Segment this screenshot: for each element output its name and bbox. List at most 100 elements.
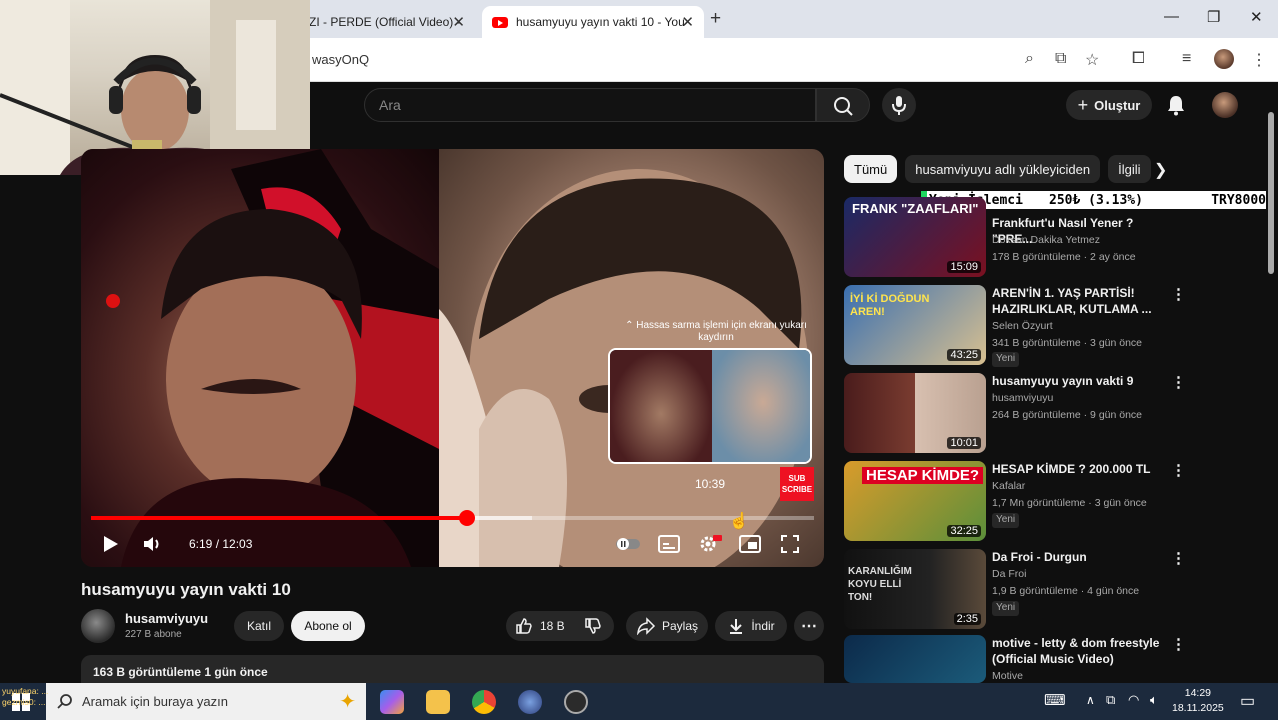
rec-channel[interactable]: Doksan Dakika Yetmez [992, 234, 1100, 246]
rec-channel[interactable]: Selen Özyurt [992, 320, 1053, 332]
fullscreen-icon[interactable] [779, 533, 801, 555]
plus-icon: + [1077, 94, 1089, 115]
page-scrollbar-thumb[interactable] [1268, 112, 1274, 274]
tab-current-video[interactable]: husamyuyu yayın vakti 10 - You ✕ [482, 6, 704, 38]
scrubber-handle[interactable] [458, 510, 475, 526]
progress-buffer [466, 516, 533, 520]
chrome-icon[interactable] [472, 690, 496, 714]
new-tab-icon[interactable]: + [710, 8, 721, 30]
rec-stats: 341 B görüntüleme · 3 gün önce [992, 337, 1143, 349]
rec-item-3[interactable]: 10:01 husamyuyu yayın vakti 9 husamviyuy… [844, 373, 1204, 455]
more-options-icon[interactable]: ⋮ [1171, 461, 1186, 479]
keyboard-icon[interactable]: ⌨ [1044, 691, 1066, 709]
profile-avatar[interactable] [1214, 49, 1234, 69]
like-icon[interactable] [514, 616, 534, 636]
rec-thumbnail[interactable]: HESAP KİMDE? 32:25 [844, 461, 986, 541]
rec-channel[interactable]: Motive [992, 670, 1023, 682]
rec-title[interactable]: AREN'İN 1. YAŞ PARTİSİ! HAZIRLIKLAR, KUT… [992, 285, 1164, 317]
search-input[interactable]: Ara [364, 88, 816, 122]
obs-icon[interactable] [564, 690, 588, 714]
share-label: Paylaş [661, 619, 699, 633]
download-icon [730, 619, 743, 634]
rec-title[interactable]: husamyuyu yayın vakti 9 [992, 373, 1164, 389]
extensions-icon[interactable]: ⧠ [1132, 50, 1145, 68]
tray-expand-icon[interactable]: ∧ [1086, 693, 1095, 707]
chip-related[interactable]: İlgili [1108, 155, 1151, 183]
miniplayer-icon[interactable] [738, 533, 762, 555]
rec-title[interactable]: HESAP KİMDE ? 200.000 TL [992, 461, 1164, 477]
like-count[interactable]: 18 B [540, 619, 565, 633]
rec-item-2[interactable]: İYİ Kİ DOĞDUN AREN! 43:25 AREN'İN 1. YAŞ… [844, 285, 1204, 367]
app-circle-icon[interactable] [518, 690, 542, 714]
network-icon[interactable]: ⧉ [1106, 692, 1115, 708]
bookmark-star-icon[interactable]: ☆ [1085, 50, 1099, 70]
close-window-icon[interactable]: ✕ [1250, 8, 1263, 26]
browser-menu-icon[interactable]: ⋮ [1251, 50, 1267, 70]
chat-line: gezmis0: ... [2, 697, 46, 707]
taskbar-clock[interactable]: 14:29 18.11.2025 [1172, 686, 1224, 716]
rec-thumbnail[interactable] [844, 635, 986, 683]
create-label: Oluştur [1094, 97, 1141, 113]
rec-title[interactable]: Da Froi - Durgun [992, 549, 1164, 565]
chip-all[interactable]: Tümü [844, 155, 898, 183]
stream-chat-overlay: yuyufana: ... gezmis0: ... [2, 686, 222, 708]
rec-thumbnail[interactable]: 10:01 [844, 373, 986, 453]
download-button[interactable]: İndir [715, 611, 787, 641]
media-control-icon[interactable]: ≡ [1182, 50, 1191, 68]
more-options-icon[interactable]: ⋮ [1171, 373, 1186, 391]
chat-line: yuyufana: ... [2, 686, 49, 696]
play-icon[interactable] [99, 533, 121, 555]
restore-icon[interactable]: ❐ [1207, 8, 1220, 26]
rec-thumbnail[interactable]: İYİ Kİ DOĞDUN AREN! 43:25 [844, 285, 986, 365]
settings-gear-icon[interactable] [697, 533, 723, 555]
voice-search-button[interactable] [882, 88, 916, 122]
video-player[interactable]: ⌃ Hassas sarma işlemi için ekranı yukarı… [81, 149, 824, 567]
close-tab-icon[interactable]: ✕ [452, 13, 465, 31]
rec-thumbnail[interactable]: KARANLIĞIM KOYU ELLİ TON! 2:35 [844, 549, 986, 629]
video-frame-streamer [81, 149, 439, 567]
rec-item-4[interactable]: HESAP KİMDE? 32:25 HESAP KİMDE ? 200.000… [844, 461, 1204, 543]
thumb-caption: KARANLIĞIM KOYU ELLİ TON! [848, 566, 912, 603]
rec-title[interactable]: motive - letty & dom freestyle (Official… [992, 635, 1164, 667]
autoplay-toggle-icon[interactable] [614, 533, 642, 555]
rec-thumbnail[interactable]: FRANK "ZAAFLARI" 15:09 [844, 197, 986, 277]
youtube-favicon-icon [492, 16, 508, 28]
install-app-icon[interactable]: ⧉ [1055, 50, 1066, 68]
zoom-icon[interactable]: ⌕ [1025, 50, 1034, 68]
file-explorer-icon[interactable] [426, 690, 450, 714]
join-button[interactable]: Katıl [234, 611, 284, 641]
rec-channel[interactable]: husamviyuyu [992, 392, 1053, 404]
more-options-icon[interactable]: ⋮ [1171, 285, 1186, 303]
subscribe-button[interactable]: Abone ol [291, 611, 365, 641]
chip-from-uploader[interactable]: husamviyuyu adlı yükleyiciden [905, 155, 1101, 183]
more-actions-icon[interactable]: ⋯ [794, 611, 824, 641]
subtitles-icon[interactable] [657, 533, 681, 555]
close-tab-icon[interactable]: ✕ [681, 13, 694, 31]
copilot-icon[interactable] [380, 690, 404, 714]
rec-item-1[interactable]: FRANK "ZAAFLARI" 15:09 Frankfurt'u Nasıl… [844, 197, 1204, 279]
more-options-icon[interactable]: ⋮ [1171, 549, 1186, 567]
search-button[interactable] [816, 88, 870, 122]
tab-perde[interactable]: ZI - PERDE (Official Video) - ✕ [305, 6, 475, 38]
dislike-icon[interactable] [583, 616, 603, 636]
rec-channel[interactable]: Kafalar [992, 480, 1025, 492]
speaker-icon[interactable]: 🔈︎ [1150, 692, 1158, 708]
minimize-icon[interactable]: — [1164, 8, 1179, 25]
subscribe-watermark[interactable]: SUB SCRIBE [780, 467, 814, 501]
more-options-icon[interactable]: ⋮ [1171, 635, 1186, 653]
notification-center-icon[interactable]: ▭ [1240, 691, 1255, 711]
seek-preview-thumbnail [608, 348, 812, 464]
rec-item-5[interactable]: KARANLIĞIM KOYU ELLİ TON! 2:35 Da Froi -… [844, 549, 1204, 631]
volume-icon[interactable] [141, 533, 163, 555]
channel-avatar[interactable] [81, 609, 115, 643]
url-field[interactable]: wasyOnQ [312, 52, 369, 67]
progress-bar[interactable] [91, 510, 814, 526]
create-button[interactable]: + Oluştur [1066, 90, 1152, 120]
notifications-button[interactable] [1166, 94, 1186, 121]
chevron-right-icon[interactable]: ❯ [1154, 160, 1167, 180]
share-button[interactable]: Paylaş [626, 611, 708, 641]
account-avatar[interactable] [1212, 92, 1238, 118]
channel-name[interactable]: husamviyuyu [125, 611, 208, 626]
rec-channel[interactable]: Da Froi [992, 568, 1026, 580]
wifi-icon[interactable]: ◠ [1128, 692, 1139, 708]
